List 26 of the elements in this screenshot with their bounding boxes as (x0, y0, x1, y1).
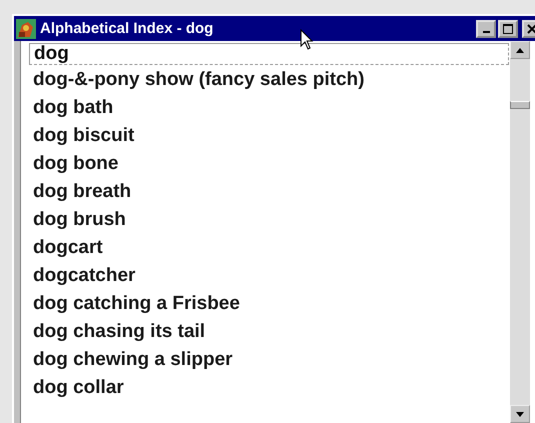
app-icon (16, 18, 36, 38)
index-entry[interactable]: dog chewing a slipper (33, 346, 510, 374)
scrollbar[interactable] (510, 41, 530, 423)
index-entry[interactable]: dogcart (33, 234, 510, 262)
index-entry[interactable]: dog bone (33, 150, 510, 178)
up-arrow-icon (516, 48, 524, 52)
scroll-thumb[interactable] (510, 101, 530, 109)
index-entry[interactable]: dog breath (33, 178, 510, 206)
index-entry[interactable]: dog biscuit (33, 122, 510, 150)
maximize-icon (503, 24, 513, 34)
scroll-up-button[interactable] (510, 41, 530, 59)
index-entry[interactable]: dogcatcher (33, 262, 510, 290)
window-title: Alphabetical Index - dog (40, 20, 214, 37)
index-entry[interactable]: dog chasing its tail (33, 318, 510, 346)
search-field[interactable]: dog (29, 43, 509, 65)
index-entry[interactable]: dog-&-pony show (fancy sales pitch) (33, 66, 510, 94)
maximize-button[interactable] (498, 20, 518, 38)
minimize-button[interactable] (476, 20, 496, 38)
index-entry[interactable]: dog brush (33, 206, 510, 234)
down-arrow-icon (516, 412, 524, 416)
close-icon (527, 24, 535, 34)
scroll-down-button[interactable] (510, 405, 530, 423)
minimize-icon (482, 31, 490, 33)
index-entry[interactable]: dog catching a Frisbee (33, 290, 510, 318)
index-entry[interactable]: dog collar (33, 374, 510, 402)
index-entry[interactable]: dog bath (33, 94, 510, 122)
